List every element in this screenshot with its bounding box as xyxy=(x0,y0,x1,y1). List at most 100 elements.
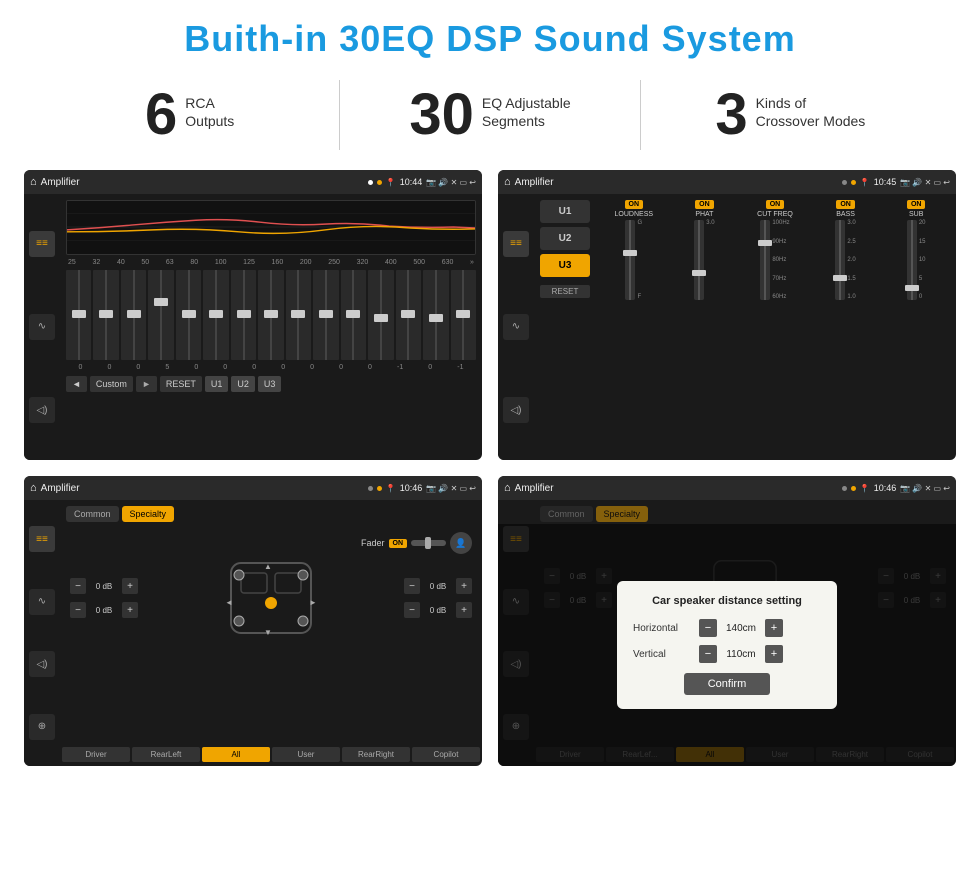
screen-speaker: ⌂ Amplifier 📍 10:46 📷 🔊 ✕ ▭ ↩ ≡≡ ∿ ◁) ⊕ … xyxy=(24,476,482,766)
preset-label[interactable]: Custom xyxy=(90,376,133,392)
u3-button[interactable]: U3 xyxy=(258,376,282,392)
eq-slider-8[interactable] xyxy=(286,270,311,360)
fr-value: 0 dB xyxy=(423,582,453,591)
reset-button[interactable]: RESET xyxy=(160,376,202,392)
speaker-icon-3[interactable]: ◁) xyxy=(29,651,55,677)
eq-slider-12[interactable] xyxy=(396,270,421,360)
eq-sliders xyxy=(66,270,476,360)
u1-btn[interactable]: U1 xyxy=(540,200,590,223)
topbar-title-4: Amplifier xyxy=(515,483,838,494)
page-title: Buith-in 30EQ DSP Sound System xyxy=(0,0,980,70)
fader-slider[interactable] xyxy=(411,540,446,546)
tab-specialty-3[interactable]: Specialty xyxy=(122,506,175,522)
stat-rca-number: 6 xyxy=(145,86,177,144)
wave-icon[interactable]: ∿ xyxy=(29,314,55,340)
sub-on[interactable]: ON xyxy=(907,200,926,209)
home-icon[interactable]: ⌂ xyxy=(30,176,37,188)
loudness-nums: GF xyxy=(637,220,642,300)
eq-icon-3[interactable]: ≡≡ xyxy=(29,526,55,552)
confirm-button[interactable]: Confirm xyxy=(684,673,771,695)
eq-slider-3[interactable] xyxy=(148,270,173,360)
sub-nums: 20151050 xyxy=(919,220,926,300)
surround-icon[interactable]: ⊕ xyxy=(29,714,55,740)
channel-phat: ON PHAT 3.0 xyxy=(671,200,739,454)
fl-value: 0 dB xyxy=(89,582,119,591)
rearleft-btn[interactable]: RearLeft xyxy=(132,747,200,762)
horizontal-stepper: − 140cm + xyxy=(699,619,783,637)
rearright-btn[interactable]: RearRight xyxy=(342,747,410,762)
loudness-on[interactable]: ON xyxy=(625,200,644,209)
bass-nums: 3.02.52.01.51.0 xyxy=(847,220,855,300)
wave-icon-3[interactable]: ∿ xyxy=(29,589,55,615)
eq-icon[interactable]: ≡≡ xyxy=(29,231,55,257)
vertical-plus[interactable]: + xyxy=(765,645,783,663)
eq-slider-10[interactable] xyxy=(341,270,366,360)
screen-eq: ⌂ Amplifier 📍 10:44 📷 🔊 ✕ ▭ ↩ ≡≡ ∿ ◁) xyxy=(24,170,482,460)
tab-common-3[interactable]: Common xyxy=(66,506,119,522)
stat-divider-1 xyxy=(339,80,340,150)
fr-plus[interactable]: + xyxy=(456,578,472,594)
eq-slider-7[interactable] xyxy=(258,270,283,360)
right-vol-col: − 0 dB + − 0 dB + xyxy=(404,578,472,618)
horizontal-minus[interactable]: − xyxy=(699,619,717,637)
rr-plus[interactable]: + xyxy=(456,602,472,618)
rl-minus[interactable]: − xyxy=(70,602,86,618)
bass-slider[interactable] xyxy=(835,220,845,300)
eq-slider-5[interactable] xyxy=(203,270,228,360)
u-buttons-col: U1 U2 U3 RESET xyxy=(540,200,590,454)
user-btn[interactable]: User xyxy=(272,747,340,762)
channel-bass: ON BASS 3.02.52.01.51.0 xyxy=(812,200,880,454)
eq-icon-2[interactable]: ≡≡ xyxy=(503,231,529,257)
prev-button[interactable]: ◄ xyxy=(66,376,87,392)
u2-button[interactable]: U2 xyxy=(231,376,255,392)
tab-specialty-4: Specialty xyxy=(596,506,649,522)
home-icon-2[interactable]: ⌂ xyxy=(504,176,511,188)
horizontal-plus[interactable]: + xyxy=(765,619,783,637)
rr-minus[interactable]: − xyxy=(404,602,420,618)
rr-value: 0 dB xyxy=(423,606,453,615)
eq-slider-1[interactable] xyxy=(93,270,118,360)
amp-reset-btn[interactable]: RESET xyxy=(540,285,590,298)
eq-slider-11[interactable] xyxy=(368,270,393,360)
eq-slider-2[interactable] xyxy=(121,270,146,360)
all-btn[interactable]: All xyxy=(202,747,270,762)
driver-btn[interactable]: Driver xyxy=(62,747,130,762)
profile-icon-3[interactable]: 👤 xyxy=(450,532,472,554)
cutfreq-on[interactable]: ON xyxy=(766,200,785,209)
fr-minus[interactable]: − xyxy=(404,578,420,594)
speaker-icon-2[interactable]: ◁) xyxy=(503,397,529,423)
eq-slider-9[interactable] xyxy=(313,270,338,360)
phat-on[interactable]: ON xyxy=(695,200,714,209)
car-svg: ▲ ▼ ◄ ► xyxy=(221,553,321,643)
cutfreq-slider[interactable] xyxy=(760,220,770,300)
u2-btn[interactable]: U2 xyxy=(540,227,590,250)
screen-dialog: ⌂ Amplifier 📍 10:46 📷 🔊 ✕ ▭ ↩ ≡≡ ∿ ◁) ⊕ … xyxy=(498,476,956,766)
topbar-time-3: 10:46 xyxy=(400,483,423,493)
speaker-icon[interactable]: ◁) xyxy=(29,397,55,423)
loudness-slider[interactable] xyxy=(625,220,635,300)
rl-plus[interactable]: + xyxy=(122,602,138,618)
bass-on[interactable]: ON xyxy=(836,200,855,209)
sub-slider[interactable] xyxy=(907,220,917,300)
home-icon-4[interactable]: ⌂ xyxy=(504,482,511,494)
u3-btn[interactable]: U3 xyxy=(540,254,590,277)
phat-nums: 3.0 xyxy=(706,220,714,300)
phat-slider[interactable] xyxy=(694,220,704,300)
eq-slider-0[interactable] xyxy=(66,270,91,360)
fl-plus[interactable]: + xyxy=(122,578,138,594)
eq-slider-6[interactable] xyxy=(231,270,256,360)
stat-eq-number: 30 xyxy=(409,86,474,144)
svg-text:◄: ◄ xyxy=(225,598,233,607)
eq-slider-4[interactable] xyxy=(176,270,201,360)
eq-slider-14[interactable] xyxy=(451,270,476,360)
svg-text:▲: ▲ xyxy=(264,562,272,571)
wave-icon-2[interactable]: ∿ xyxy=(503,314,529,340)
copilot-btn[interactable]: Copilot xyxy=(412,747,480,762)
fl-minus[interactable]: − xyxy=(70,578,86,594)
play-button[interactable]: ► xyxy=(136,376,157,392)
vertical-minus[interactable]: − xyxy=(699,645,717,663)
home-icon-3[interactable]: ⌂ xyxy=(30,482,37,494)
u1-button[interactable]: U1 xyxy=(205,376,229,392)
screen-amplifier: ⌂ Amplifier 📍 10:45 📷 🔊 ✕ ▭ ↩ ≡≡ ∿ ◁) U1… xyxy=(498,170,956,460)
eq-slider-13[interactable] xyxy=(423,270,448,360)
